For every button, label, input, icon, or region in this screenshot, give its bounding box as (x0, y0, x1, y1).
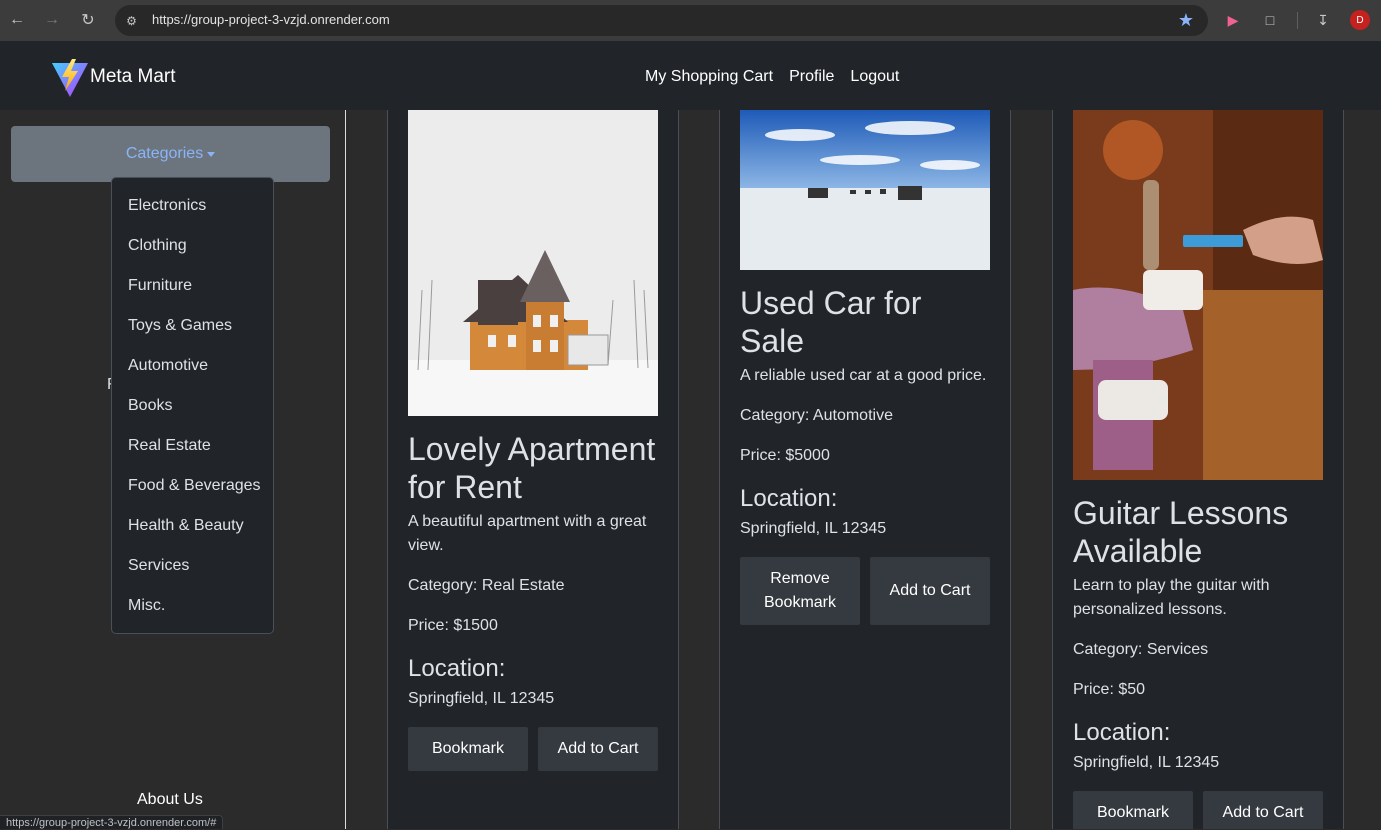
add-to-cart-button[interactable]: Add to Cart (1203, 791, 1323, 829)
listing-description: A reliable used car at a good price. (740, 367, 987, 384)
category-services[interactable]: Services (112, 546, 273, 586)
nav-shopping-cart[interactable]: My Shopping Cart (645, 68, 773, 86)
listing-actions: Bookmark Add to Cart (408, 727, 658, 771)
address-bar[interactable]: ⚙ https://group-project-3-vzjd.onrender.… (115, 5, 1208, 36)
listing-title: Guitar Lessons Available (1073, 495, 1289, 569)
category-real-estate[interactable]: Real Estate (112, 426, 273, 466)
nav-profile[interactable]: Profile (789, 68, 834, 86)
extension-icon[interactable]: ▶ (1223, 10, 1243, 30)
reload-icon[interactable]: ↻ (79, 11, 97, 29)
listing-price: Price: $50 (1073, 681, 1146, 698)
listing-card: Used Car for Sale A reliable used car at… (719, 110, 1011, 829)
listing-actions: Remove Bookmark Add to Cart (740, 557, 990, 625)
listing-category: Category: Automotive (740, 407, 893, 424)
category-food-beverages[interactable]: Food & Beverages (112, 466, 273, 506)
listing-location: Springfield, IL 12345 (408, 690, 555, 707)
remove-bookmark-button[interactable]: Remove Bookmark (740, 557, 860, 625)
house-image (408, 110, 658, 416)
listing-price: Price: $5000 (740, 447, 830, 464)
categories-label: Categories (125, 145, 204, 162)
listing-category: Category: Services (1073, 641, 1209, 658)
nav-logout[interactable]: Logout (850, 68, 899, 86)
payment-image (1073, 110, 1323, 480)
listing-card: Guitar Lessons Available Learn to play t… (1052, 110, 1344, 829)
listing-actions: Bookmark Add to Cart (1073, 791, 1323, 829)
listing-title: Used Car for Sale (740, 285, 922, 359)
listing-price: Price: $1500 (408, 617, 498, 634)
add-to-cart-button[interactable]: Add to Cart (538, 727, 658, 771)
car-image (740, 110, 990, 270)
vite-logo-icon (52, 59, 88, 97)
category-books[interactable]: Books (112, 386, 273, 426)
app-navbar: Meta Mart My Shopping Cart Profile Logou… (0, 41, 1381, 110)
listing-description: A beautiful apartment with a great view. (408, 513, 647, 554)
bookmark-button[interactable]: Bookmark (408, 727, 528, 771)
categories-button[interactable]: Categories (11, 126, 330, 182)
sidebar: Categories F Electronics Clothing Furnit… (0, 110, 346, 829)
category-electronics[interactable]: Electronics (112, 186, 273, 226)
about-us-link[interactable]: About Us (137, 791, 203, 809)
listing-title: Lovely Apartment for Rent (408, 431, 656, 505)
category-misc[interactable]: Misc. (112, 586, 273, 626)
url-text[interactable]: https://group-project-3-vzjd.onrender.co… (152, 12, 390, 27)
category-automotive[interactable]: Automotive (112, 346, 273, 386)
brand-name[interactable]: Meta Mart (90, 66, 176, 88)
browser-toolbar: ← → ↻ ⚙ https://group-project-3-vzjd.onr… (0, 0, 1381, 41)
add-to-cart-button[interactable]: Add to Cart (870, 557, 990, 625)
listing-description: Learn to play the guitar with personaliz… (1073, 577, 1270, 618)
location-heading: Location: (408, 655, 506, 682)
listings-area: Lovely Apartment for Rent A beautiful ap… (347, 110, 1381, 829)
bookmark-button[interactable]: Bookmark (1073, 791, 1193, 829)
location-heading: Location: (740, 485, 838, 512)
bookmark-star-icon[interactable]: ★ (1178, 10, 1194, 31)
profile-avatar[interactable]: D (1350, 10, 1370, 30)
site-settings-icon[interactable]: ⚙ (123, 12, 140, 29)
listing-category: Category: Real Estate (408, 577, 565, 594)
toolbar-divider (1297, 12, 1298, 29)
download-icon[interactable]: ↧ (1313, 10, 1333, 30)
forward-icon[interactable]: → (43, 11, 61, 29)
category-furniture[interactable]: Furniture (112, 266, 273, 306)
nav-links: My Shopping Cart Profile Logout (645, 68, 899, 86)
category-toys-games[interactable]: Toys & Games (112, 306, 273, 346)
status-bar-url: https://group-project-3-vzjd.onrender.co… (0, 815, 224, 829)
extensions-puzzle-icon[interactable]: □ (1260, 10, 1280, 30)
listing-location: Springfield, IL 12345 (740, 520, 887, 537)
categories-dropdown: Electronics Clothing Furniture Toys & Ga… (111, 177, 274, 634)
caret-down-icon (207, 151, 216, 157)
location-heading: Location: (1073, 719, 1171, 746)
back-icon[interactable]: ← (8, 11, 26, 29)
brand[interactable]: Meta Mart (50, 57, 176, 97)
category-health-beauty[interactable]: Health & Beauty (112, 506, 273, 546)
listing-card: Lovely Apartment for Rent A beautiful ap… (387, 110, 679, 829)
listing-location: Springfield, IL 12345 (1073, 754, 1220, 771)
category-clothing[interactable]: Clothing (112, 226, 273, 266)
